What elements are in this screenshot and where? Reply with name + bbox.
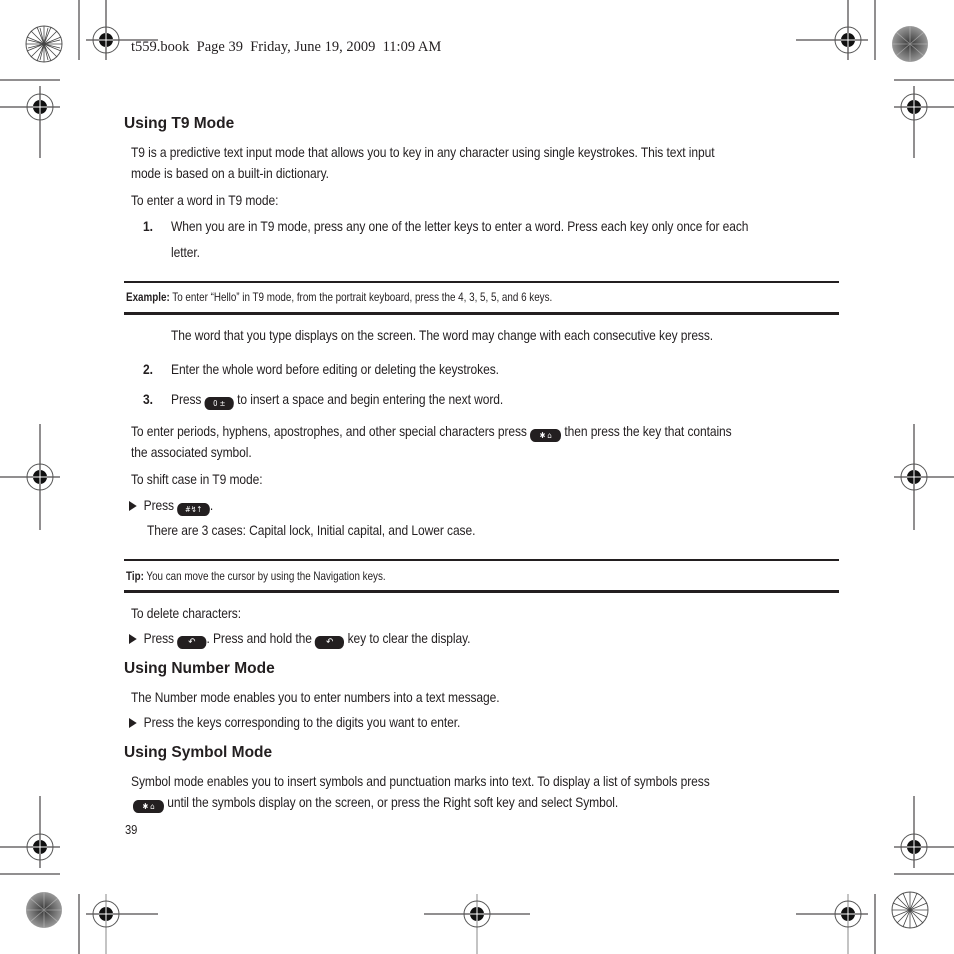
delete-bullet: Press ↶. Press and hold the ↶ key to cle… — [129, 630, 470, 649]
example-note: Example: To enter “Hello” in T9 mode, fr… — [126, 290, 552, 304]
print-header: t559.book Page 39 Friday, June 19, 2009 … — [131, 39, 442, 55]
t9-intro-line-1: T9 is a predictive text input mode that … — [131, 144, 715, 160]
tip-top-rule — [124, 559, 839, 561]
delete-pre: Press — [143, 630, 178, 646]
symbol-line-2: ✱ ⌂ until the symbols display on the scr… — [133, 794, 618, 813]
shift-case-intro: To shift case in T9 mode: — [131, 471, 263, 487]
cases-note: There are 3 cases: Capital lock, Initial… — [147, 522, 476, 538]
special-post: then press the key that contains — [561, 423, 732, 439]
delete-post: key to clear the display. — [344, 630, 471, 646]
starburst-mark-bottom-right — [891, 891, 929, 929]
number-bullet-text: Press the keys corresponding to the digi… — [143, 714, 461, 730]
step-3-text: Press 0 ± to insert a space and begin en… — [171, 391, 503, 410]
bullet-arrow-icon — [129, 634, 137, 644]
example-bottom-rule — [124, 312, 839, 315]
delete-intro: To delete characters: — [131, 605, 241, 621]
example-top-rule — [124, 281, 839, 283]
step-3-post: to insert a space and begin entering the… — [233, 391, 504, 407]
symbol-line-1: Symbol mode enables you to insert symbol… — [131, 773, 710, 789]
special-chars-line-2: the associated symbol. — [131, 444, 252, 460]
shift-pre: Press — [143, 497, 178, 513]
section-heading-symbol: Using Symbol Mode — [124, 744, 273, 761]
special-chars-line-1: To enter periods, hyphens, apostrophes, … — [131, 423, 732, 442]
step-1-line-1: When you are in T9 mode, press any one o… — [171, 218, 749, 234]
back-key-icon: ↶ — [177, 636, 207, 649]
example-label: Example: — [126, 290, 170, 304]
bullet-arrow-icon — [129, 501, 137, 511]
tip-label: Tip: — [126, 569, 144, 583]
back-key-icon: ↶ — [315, 636, 345, 649]
special-pre: To enter periods, hyphens, apostrophes, … — [131, 423, 531, 439]
starburst-mark-top-left — [25, 25, 63, 63]
section-heading-number: Using Number Mode — [124, 660, 275, 677]
symbol-line-2-text: until the symbols display on the screen,… — [163, 794, 619, 810]
step-3-pre: Press — [171, 391, 205, 407]
star-key-icon: ✱ ⌂ — [530, 429, 562, 442]
step-2-text: Enter the whole word before editing or d… — [171, 361, 499, 377]
t9-enter-word-intro: To enter a word in T9 mode: — [131, 192, 279, 208]
page-number: 39 — [125, 822, 138, 837]
step-number-2: 2. — [143, 361, 153, 377]
tip-note: Tip: You can move the cursor by using th… — [126, 569, 386, 583]
number-bullet: Press the keys corresponding to the digi… — [129, 714, 460, 730]
section-heading-t9: Using T9 Mode — [124, 115, 235, 132]
shift-case-bullet: Press #↯↑. — [129, 497, 213, 516]
shift-key-icon: #↯↑ — [177, 503, 210, 516]
step-number-1: 1. — [143, 218, 153, 234]
step-1-line-2: letter. — [171, 244, 200, 260]
bullet-arrow-icon — [129, 718, 137, 728]
shift-post: . — [209, 497, 214, 513]
t9-intro-line-2: mode is based on a built-in dictionary. — [131, 165, 329, 181]
tip-bottom-rule — [124, 590, 839, 593]
number-intro: The Number mode enables you to enter num… — [131, 689, 500, 705]
space-key-icon: 0 ± — [204, 397, 234, 410]
example-text: To enter “Hello” in T9 mode, from the po… — [169, 290, 553, 304]
delete-mid: . Press and hold the — [206, 630, 316, 646]
step-number-3: 3. — [143, 391, 153, 407]
star-key-icon: ✱ ⌂ — [133, 800, 164, 813]
word-display-note: The word that you type displays on the s… — [171, 327, 714, 343]
tip-text: You can move the cursor by using the Nav… — [143, 569, 386, 583]
